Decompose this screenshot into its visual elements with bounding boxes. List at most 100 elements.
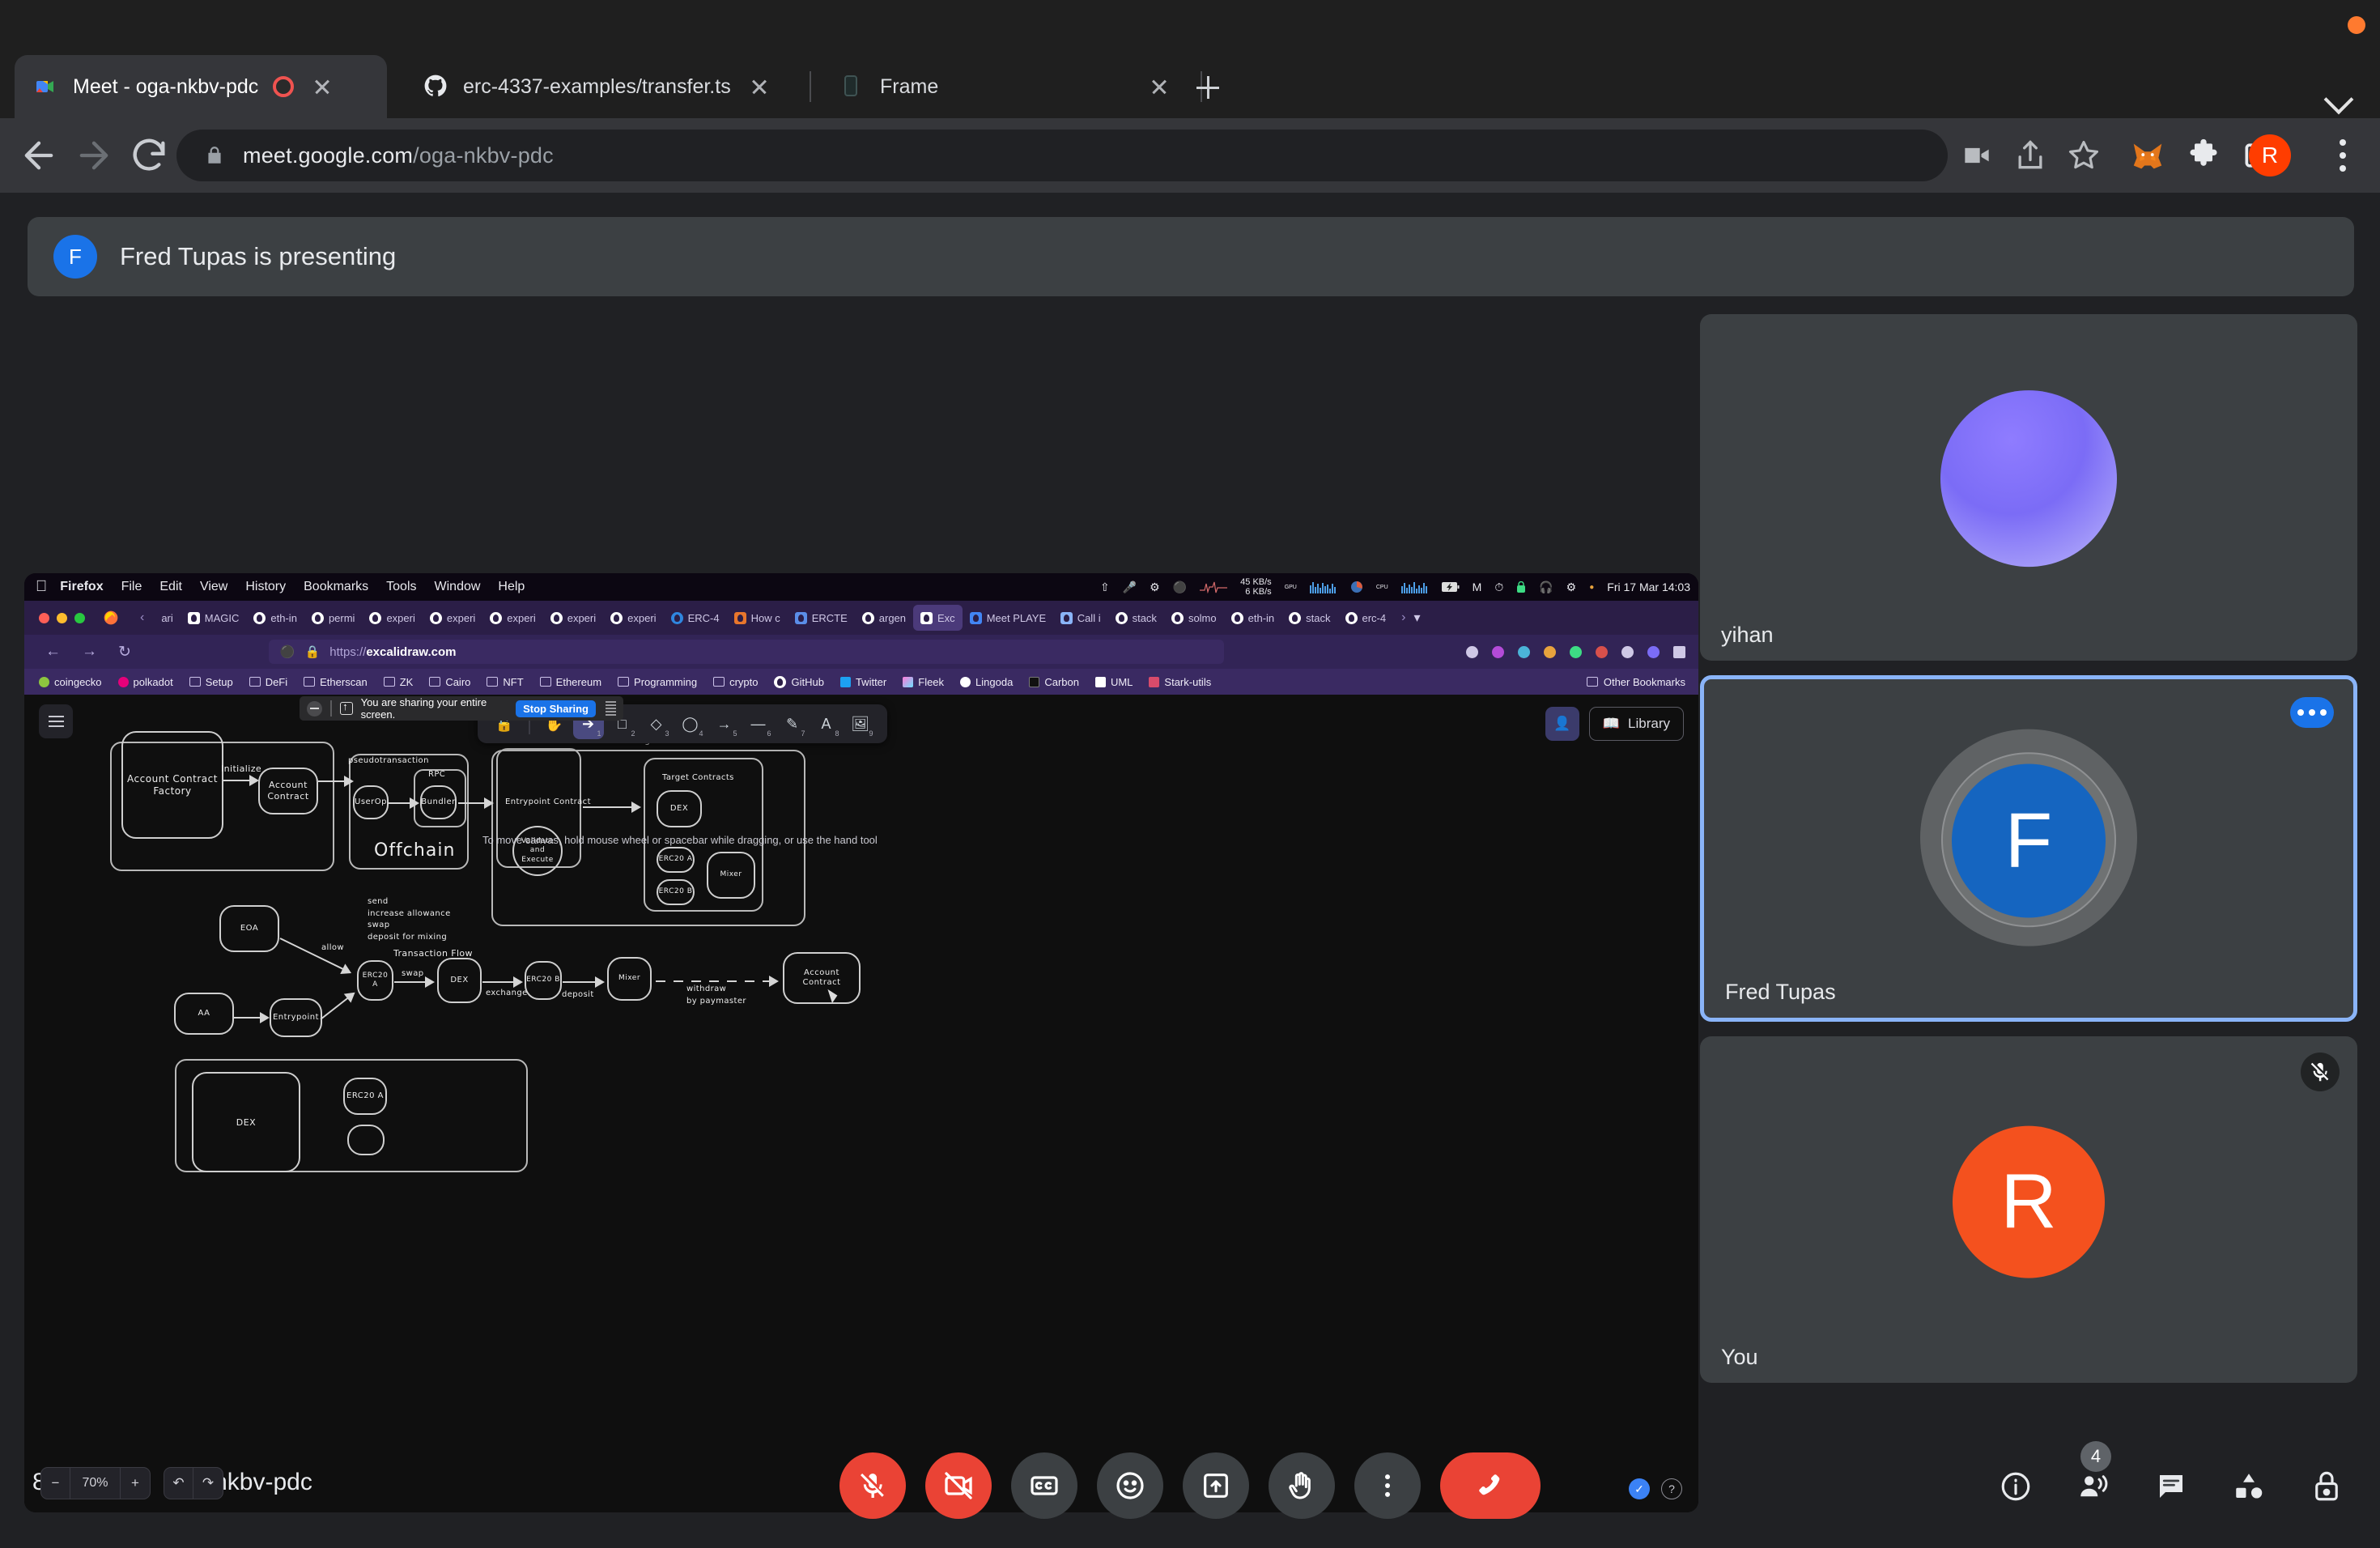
extension-icon[interactable] (1570, 645, 1582, 658)
timer-status-icon[interactable]: ⚫ (1173, 580, 1187, 594)
share-icon[interactable] (2012, 138, 2048, 173)
diagram-node-eoa[interactable]: EOA (219, 905, 279, 952)
diagram-node-mixer-1[interactable]: Mixer (707, 852, 755, 899)
list-all-tabs-icon[interactable]: ▾ (1413, 610, 1420, 626)
ff-tab-7[interactable]: experi (543, 605, 603, 631)
ff-forward-button[interactable]: → (82, 643, 97, 661)
mac-menu-edit[interactable]: Edit (159, 580, 182, 594)
bookmark-etherscan[interactable]: Etherscan (304, 676, 368, 688)
arrow-icon[interactable]: → 5 (709, 708, 740, 739)
leave-call-button[interactable] (1440, 1452, 1541, 1519)
diagram-node-mixer-2[interactable]: Mixer (607, 957, 652, 1001)
close-icon[interactable] (308, 73, 336, 100)
close-icon[interactable] (1145, 73, 1173, 100)
present-button[interactable] (1183, 1452, 1249, 1519)
mac-menu-tools[interactable]: Tools (386, 580, 416, 594)
other-bookmarks-folder[interactable]: Other Bookmarks (1586, 676, 1685, 688)
diagram-node-bottom-erc20a[interactable] (347, 1125, 385, 1155)
mac-menu-history[interactable]: History (245, 580, 286, 594)
screenshare-status-icon[interactable]: ⇧ (1100, 580, 1110, 594)
ff-tab-20[interactable]: erc-4 (1338, 605, 1394, 631)
people-button[interactable]: 4 (2076, 1441, 2111, 1504)
image-icon[interactable]: 🖼 9 (845, 708, 876, 739)
metamask-icon[interactable] (1544, 645, 1556, 658)
star-icon[interactable] (2066, 138, 2102, 173)
undo-button[interactable]: ↶ (164, 1468, 193, 1499)
mac-menu-bookmarks[interactable]: Bookmarks (304, 580, 368, 594)
excalidraw-canvas[interactable]: Account Contract Factory Account Contrac… (24, 695, 1698, 1512)
draw-icon[interactable]: ✎ 7 (777, 708, 808, 739)
diagram-node-dex-2[interactable]: DEX (437, 958, 482, 1003)
downloads-icon[interactable] (1466, 645, 1478, 658)
diagram-node-account-contract-2[interactable]: Account Contract (783, 952, 861, 1004)
diagram-node-erc20a-1[interactable]: ERC20 A (657, 847, 695, 873)
bookmark-defi[interactable]: DeFi (249, 676, 287, 688)
ff-tab-8[interactable]: experi (603, 605, 663, 631)
excalidraw-menu-button[interactable] (39, 704, 73, 738)
camera-icon[interactable] (1959, 138, 1995, 173)
window-traffic-lights[interactable] (39, 612, 85, 623)
reload-button[interactable] (128, 134, 170, 176)
ff-tab-9[interactable]: ERC-4 (664, 605, 727, 631)
drag-handle[interactable] (606, 701, 616, 716)
ff-tab-16[interactable]: stack (1108, 605, 1164, 631)
microphone-status-icon[interactable]: 🎤 (1123, 580, 1137, 594)
line-icon[interactable]: —6 (743, 708, 774, 739)
mac-menu-help[interactable]: Help (498, 580, 525, 594)
diagram-node-userop[interactable]: UserOp (353, 785, 389, 819)
clock-widget-icon[interactable]: ⏱ (1494, 580, 1503, 594)
ff-tab-4[interactable]: experi (362, 605, 422, 631)
raise-hand-button[interactable] (1269, 1452, 1335, 1519)
diagram-node-bundler[interactable]: Bundler (420, 785, 457, 819)
bookmark-carbon[interactable]: Carbon (1029, 676, 1079, 688)
participant-tile-fred-tupas[interactable]: F Fred Tupas (1700, 675, 2357, 1022)
ff-reload-button[interactable]: ↻ (118, 643, 131, 661)
bookmark-zk[interactable]: ZK (383, 676, 413, 688)
saved-check-icon[interactable]: ✓ (1629, 1478, 1650, 1499)
microphone-off-button[interactable] (839, 1452, 906, 1519)
meeting-details-button[interactable] (1998, 1469, 2034, 1504)
excalidraw-app[interactable]: You are sharing your entire screen. Stop… (24, 695, 1698, 1512)
bookmark-programming[interactable]: Programming (618, 676, 697, 688)
bookmark-cairo[interactable]: Cairo (429, 676, 470, 688)
ff-tab-15[interactable]: Call i (1053, 605, 1108, 631)
ff-address-bar[interactable]: ⚫ 🔒 https://excalidraw.com (268, 640, 1224, 664)
bookmark-github[interactable]: GitHub (774, 675, 824, 688)
ff-tab-10[interactable]: How c (727, 605, 788, 631)
back-button[interactable] (18, 134, 60, 176)
ff-tab-18[interactable]: eth-in (1224, 605, 1282, 631)
ff-tab-12[interactable]: argen (855, 605, 913, 631)
help-icon[interactable]: ? (1661, 1478, 1682, 1499)
tab-meet[interactable]: Meet - oga-nkbv-pdc (15, 55, 387, 118)
shared-screen-content[interactable]:  Firefox File Edit View History Bookmar… (24, 573, 1698, 1512)
tab-scroll-right-icon[interactable]: › (1401, 610, 1405, 625)
redo-button[interactable]: ↷ (193, 1468, 223, 1499)
camera-off-button[interactable] (925, 1452, 992, 1519)
minimize-icon[interactable] (307, 700, 322, 717)
participant-tile-yihan[interactable]: yihan (1700, 314, 2357, 661)
diamond-icon[interactable]: ◇ 3 (641, 708, 672, 739)
more-options-button[interactable] (1354, 1452, 1421, 1519)
ff-tab-1[interactable]: MAGIC (181, 605, 247, 631)
bookmark-uml[interactable]: UML (1094, 676, 1133, 688)
extensions-icon[interactable] (2186, 138, 2221, 173)
bookmark-fleek[interactable]: Fleek (903, 676, 944, 688)
diagram-node-erc20b-2[interactable]: ERC20 B (525, 961, 562, 1000)
tab-frame[interactable]: Frame (822, 55, 1186, 118)
diagram-node-entrypoint-2[interactable]: Entrypoint (270, 998, 322, 1037)
ff-menu-icon[interactable] (1673, 645, 1685, 658)
library-button[interactable]: 📖 Library (1588, 707, 1684, 741)
diagram-node-account-contract-1[interactable]: Account Contract (258, 768, 318, 814)
diagram-node-aa[interactable]: AA (174, 993, 234, 1035)
diagram-node-account-contract-factory[interactable]: Account Contract Factory (121, 731, 223, 839)
diagram-node-bottom-factory[interactable]: DEX (192, 1072, 300, 1172)
ff-tab-0[interactable]: ari (154, 605, 180, 631)
diagram-node-bottom-dex[interactable]: ERC20 A (343, 1078, 387, 1115)
ff-tab-6[interactable]: experi (482, 605, 542, 631)
diagram-node-dex-1[interactable]: DEX (657, 790, 702, 827)
zoom-level-value[interactable]: 70% (70, 1468, 121, 1499)
extension-icon[interactable] (1596, 645, 1608, 658)
bookmark-stark-utils[interactable]: Stark-utils (1149, 676, 1211, 688)
text-icon[interactable]: A8 (811, 708, 842, 739)
bookmark-crypto[interactable]: crypto (713, 676, 758, 688)
